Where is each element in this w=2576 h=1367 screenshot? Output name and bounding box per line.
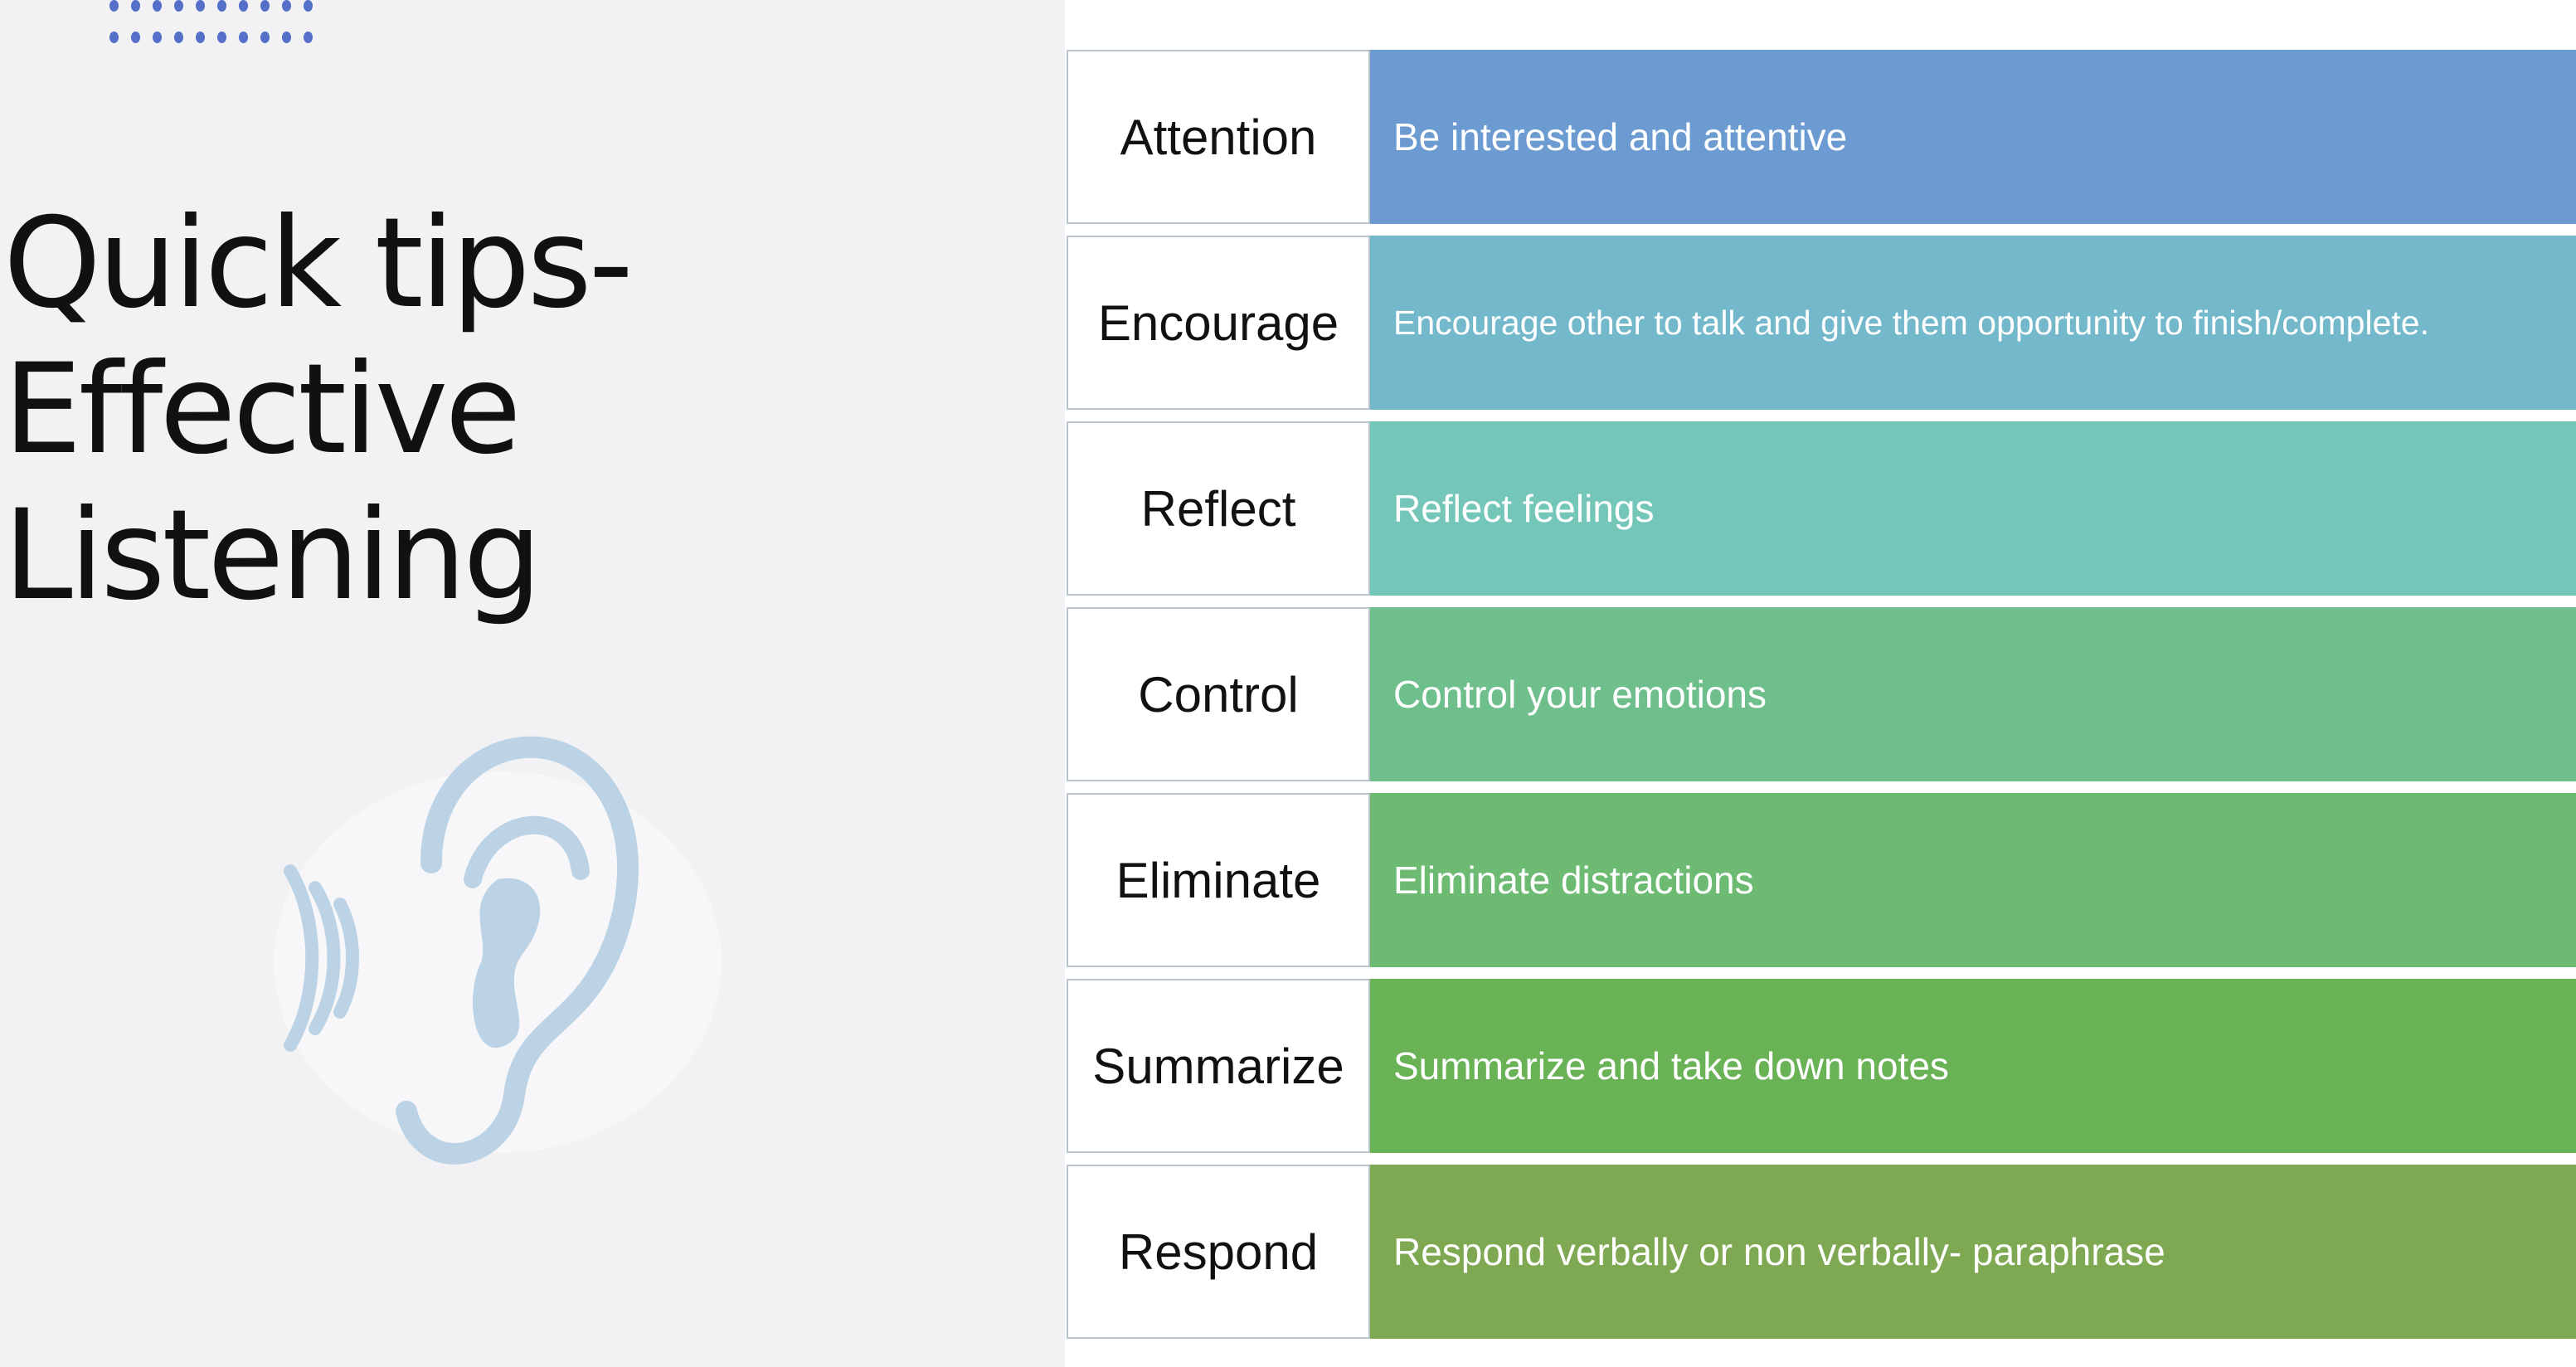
dot	[196, 0, 205, 12]
dot	[239, 32, 248, 43]
dot	[131, 0, 140, 12]
dot	[217, 32, 226, 43]
dot	[282, 32, 291, 43]
title-line-2: Effective Listening	[3, 338, 542, 628]
dot	[282, 0, 291, 12]
title-line-1: Quick tips-	[3, 192, 634, 336]
tip-row: Control Control your emotions	[1067, 607, 2576, 781]
tip-label: Encourage	[1067, 236, 1370, 410]
dot	[109, 32, 119, 43]
tip-description: Respond verbally or non verbally- paraph…	[1370, 1165, 2576, 1339]
tip-description: Encourage other to talk and give them op…	[1370, 236, 2576, 410]
tip-row: Summarize Summarize and take down notes	[1067, 979, 2576, 1153]
tip-label: Reflect	[1067, 421, 1370, 596]
dot	[174, 0, 183, 12]
tip-row: Encourage Encourage other to talk and giv…	[1067, 236, 2576, 410]
tip-label: Summarize	[1067, 979, 1370, 1153]
dot	[131, 32, 140, 43]
ear-icon	[274, 736, 722, 1165]
tip-description: Reflect feelings	[1370, 421, 2576, 596]
tip-row: Reflect Reflect feelings	[1067, 421, 2576, 596]
dot	[196, 32, 205, 43]
slide-title: Quick tips- Effective Listening	[3, 191, 1065, 629]
tip-description: Be interested and attentive	[1370, 50, 2576, 224]
tip-row: Attention Be interested and attentive	[1067, 50, 2576, 224]
dot	[109, 0, 119, 12]
dot	[260, 32, 270, 43]
tip-description: Summarize and take down notes	[1370, 979, 2576, 1153]
tip-label: Respond	[1067, 1165, 1370, 1339]
tip-description: Control your emotions	[1370, 607, 2576, 781]
dot	[239, 0, 248, 12]
tip-row: Respond Respond verbally or non verbally-…	[1067, 1165, 2576, 1339]
dot	[304, 32, 313, 43]
dot	[260, 0, 270, 12]
dot	[304, 0, 313, 12]
title-panel: Quick tips- Effective Listening	[0, 0, 1065, 1367]
tip-label: Eliminate	[1067, 793, 1370, 967]
tip-label: Control	[1067, 607, 1370, 781]
tip-label: Attention	[1067, 50, 1370, 224]
dot	[153, 0, 162, 12]
tip-description: Eliminate distractions	[1370, 793, 2576, 967]
tip-row: Eliminate Eliminate distractions	[1067, 793, 2576, 967]
dot	[153, 32, 162, 43]
dot	[217, 0, 226, 12]
dot	[174, 32, 183, 43]
